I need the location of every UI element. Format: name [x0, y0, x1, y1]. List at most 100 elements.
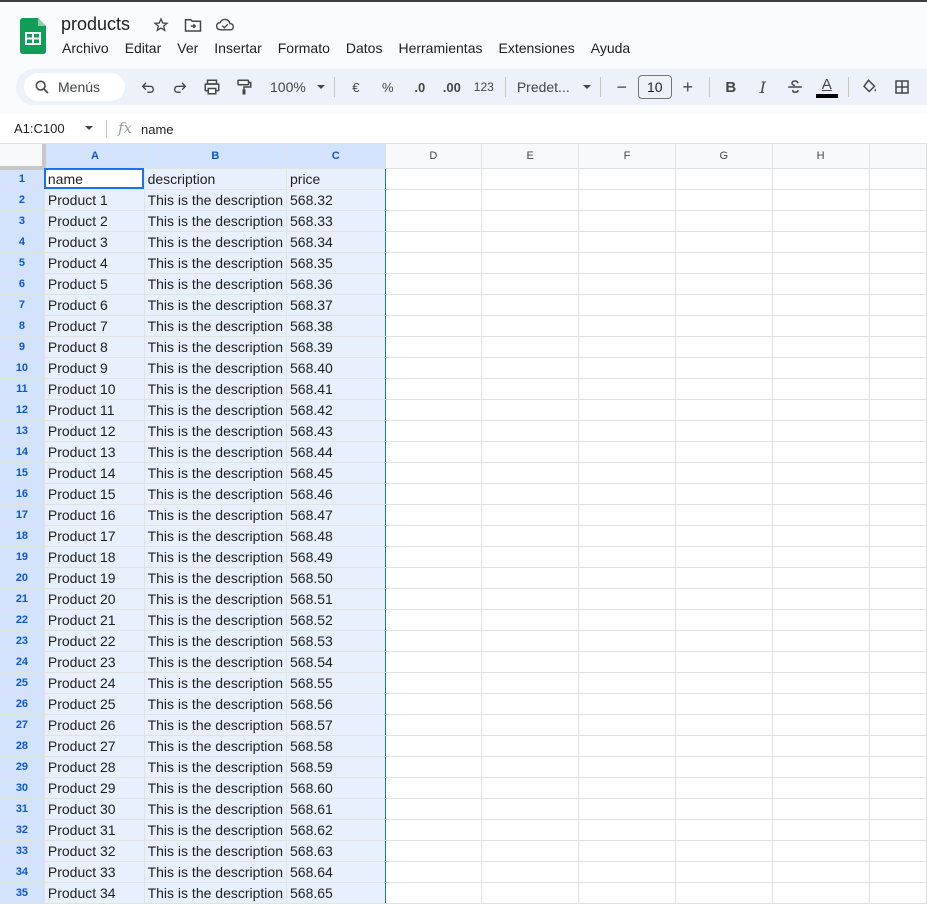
cell-h[interactable]	[772, 168, 870, 190]
cell-h[interactable]	[772, 882, 870, 904]
column-header-e[interactable]: E	[481, 144, 580, 169]
cell-a[interactable]: Product 27	[44, 735, 145, 757]
cell-g[interactable]	[675, 630, 773, 652]
cell-a[interactable]: Product 3	[44, 231, 145, 253]
cell-h[interactable]	[772, 420, 870, 442]
cell-c[interactable]: 568.42	[286, 399, 386, 421]
row-header[interactable]: 2	[0, 189, 45, 211]
cell-e[interactable]	[481, 357, 580, 379]
print-icon[interactable]	[199, 73, 225, 101]
cell-i[interactable]	[869, 840, 927, 862]
cell-g[interactable]	[675, 735, 773, 757]
formula-input[interactable]: name	[141, 122, 174, 137]
menu-editar[interactable]: Editar	[117, 38, 170, 58]
cell-a[interactable]: Product 4	[44, 252, 145, 274]
cell-f[interactable]	[578, 399, 676, 421]
cell-b[interactable]: This is the description	[144, 378, 288, 400]
cell-f[interactable]	[578, 504, 676, 526]
cell-b[interactable]: This is the description	[144, 210, 288, 232]
cell-e[interactable]	[481, 399, 580, 421]
cell-h[interactable]	[772, 693, 870, 715]
cell-b[interactable]: This is the description	[144, 798, 288, 820]
cell-d[interactable]	[385, 315, 483, 337]
cell-f[interactable]	[578, 756, 676, 778]
cell-f[interactable]	[578, 441, 676, 463]
cell-i[interactable]	[869, 609, 927, 631]
cell-i[interactable]	[869, 420, 927, 442]
cell-i[interactable]	[869, 504, 927, 526]
cell-d[interactable]	[385, 819, 483, 841]
cell-b[interactable]: This is the description	[144, 420, 288, 442]
currency-button[interactable]: €	[343, 73, 369, 101]
cell-g[interactable]	[675, 693, 773, 715]
cell-h[interactable]	[772, 252, 870, 274]
cell-d[interactable]	[385, 630, 483, 652]
cell-e[interactable]	[481, 315, 580, 337]
cell-h[interactable]	[772, 651, 870, 673]
cell-b[interactable]: This is the description	[144, 819, 288, 841]
cell-c[interactable]: 568.52	[286, 609, 386, 631]
row-header[interactable]: 31	[0, 798, 45, 820]
cell-g[interactable]	[675, 882, 773, 904]
document-title[interactable]: products	[61, 14, 130, 35]
cell-d[interactable]	[385, 378, 483, 400]
cell-h[interactable]	[772, 462, 870, 484]
cell-a[interactable]: Product 9	[44, 357, 145, 379]
cell-f[interactable]	[578, 819, 676, 841]
cell-e[interactable]	[481, 336, 580, 358]
cell-f[interactable]	[578, 588, 676, 610]
cell-a[interactable]: Product 11	[44, 399, 145, 421]
cell-g[interactable]	[675, 252, 773, 274]
cell-b[interactable]: This is the description	[144, 630, 288, 652]
menu-extensiones[interactable]: Extensiones	[490, 38, 582, 58]
cell-e[interactable]	[481, 777, 580, 799]
cell-c[interactable]: 568.47	[286, 504, 386, 526]
cell-c[interactable]: 568.33	[286, 210, 386, 232]
italic-button[interactable]: I	[750, 73, 776, 101]
row-header[interactable]: 13	[0, 420, 45, 442]
cell-f[interactable]	[578, 336, 676, 358]
column-header-d[interactable]: D	[385, 144, 483, 169]
cell-d[interactable]	[385, 546, 483, 568]
cell-f[interactable]	[578, 231, 676, 253]
cell-f[interactable]	[578, 777, 676, 799]
cell-f[interactable]	[578, 420, 676, 442]
cell-f[interactable]	[578, 693, 676, 715]
column-header-c[interactable]: C	[286, 144, 386, 169]
cell-c[interactable]: 568.59	[286, 756, 386, 778]
redo-icon[interactable]	[167, 73, 193, 101]
cell-d[interactable]	[385, 735, 483, 757]
cell-e[interactable]	[481, 378, 580, 400]
cell-g[interactable]	[675, 378, 773, 400]
cell-f[interactable]	[578, 210, 676, 232]
cell-h[interactable]	[772, 504, 870, 526]
cell-c[interactable]: 568.61	[286, 798, 386, 820]
cell-g[interactable]	[675, 546, 773, 568]
cell-d[interactable]	[385, 714, 483, 736]
cell-h[interactable]	[772, 714, 870, 736]
menu-archivo[interactable]: Archivo	[54, 38, 117, 58]
cell-f[interactable]	[578, 882, 676, 904]
cell-b[interactable]: This is the description	[144, 294, 288, 316]
cell-c[interactable]: 568.53	[286, 630, 386, 652]
column-header-f[interactable]: F	[578, 144, 676, 169]
row-header[interactable]: 5	[0, 252, 45, 274]
row-header[interactable]: 8	[0, 315, 45, 337]
cell-h[interactable]	[772, 861, 870, 883]
row-header[interactable]: 15	[0, 462, 45, 484]
cell-a[interactable]: Product 15	[44, 483, 145, 505]
menu-datos[interactable]: Datos	[338, 38, 391, 58]
row-header[interactable]: 28	[0, 735, 45, 757]
cell-d[interactable]	[385, 504, 483, 526]
cell-d[interactable]	[385, 861, 483, 883]
cell-i[interactable]	[869, 231, 927, 253]
move-folder-icon[interactable]	[184, 16, 202, 34]
cell-g[interactable]	[675, 399, 773, 421]
cell-i[interactable]	[869, 651, 927, 673]
row-header[interactable]: 20	[0, 567, 45, 589]
cell-g[interactable]	[675, 861, 773, 883]
cell-f[interactable]	[578, 462, 676, 484]
cell-f[interactable]	[578, 735, 676, 757]
cell-h[interactable]	[772, 273, 870, 295]
row-header[interactable]: 7	[0, 294, 45, 316]
